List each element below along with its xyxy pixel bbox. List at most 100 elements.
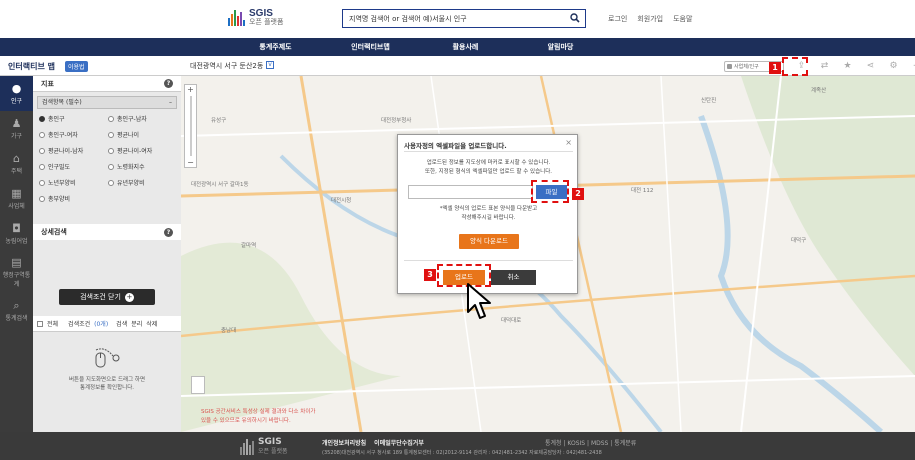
search-input[interactable]: 지역명 검색어 or 검색어 예)서울시 인구 <box>342 9 586 28</box>
category-header[interactable]: 검색항목 (필수) – <box>37 96 177 109</box>
tab-condition-label: 검색조건 <box>68 321 91 328</box>
sgis-logo[interactable]: SGIS 오픈 플랫폼 <box>228 8 283 28</box>
usage-badge[interactable]: 이용법 <box>65 61 88 72</box>
footer-logo[interactable]: SGIS 오픈 플랫폼 <box>240 438 288 455</box>
zoom-in-icon[interactable]: + <box>187 85 194 94</box>
map-disclaimer: SGIS 공간서비스 특성상 실제 결과와 다소 차이가 <box>201 409 316 415</box>
nav-label: 사업체 <box>8 202 25 210</box>
option-label: 총인구 <box>48 116 65 123</box>
search-action[interactable]: 검색 <box>116 319 127 328</box>
map-label: 갈마역 <box>241 243 257 249</box>
radio-icon <box>39 147 45 154</box>
plus-icon[interactable]: + <box>905 59 915 73</box>
option-label: 노년부양비 <box>48 180 76 187</box>
dialog-divider <box>404 151 573 152</box>
plus-circle-icon: + <box>124 292 134 302</box>
dialog-title: 사용자정의 엑셀파일을 업로드합니다. <box>404 142 507 150</box>
map-label: 대덕구 <box>791 238 807 244</box>
option-item[interactable]: 총인구 <box>39 113 108 124</box>
zoom-out-icon[interactable]: − <box>187 158 194 167</box>
nav-label: 통계검색 <box>5 314 28 322</box>
nav-business[interactable]: ▦ 사업체 <box>0 181 33 216</box>
option-item[interactable]: 평균나이-여자 <box>108 145 177 156</box>
radio-icon <box>108 131 114 138</box>
nav-cases[interactable]: 활용사례 <box>418 38 513 56</box>
search-icon[interactable] <box>570 13 580 23</box>
select-all-checkbox[interactable] <box>37 320 43 327</box>
empty-msg-line: 버튼을 지도화면으로 드래그 하면 <box>68 377 146 383</box>
option-label: 평균나이-남자 <box>48 148 84 155</box>
location-dropdown-button[interactable]: v <box>266 61 274 69</box>
location-label: 대전광역시 서구 둔산2동 <box>190 62 264 70</box>
dialog-note: *엑셀 양식의 업로드 표본 양식을 다운받고 작성해주시길 바랍니다. <box>398 205 579 223</box>
option-item[interactable]: 유년부양비 <box>108 177 177 188</box>
building-icon: ▦ <box>11 186 22 200</box>
help-icon[interactable]: ? <box>164 227 173 237</box>
cancel-button[interactable]: 취소 <box>491 270 536 285</box>
nav-household[interactable]: ♟ 가구 <box>0 111 33 146</box>
nav-agriculture[interactable]: ◘ 농림어업 <box>0 216 33 251</box>
nav-notice[interactable]: 알림마당 <box>513 38 608 56</box>
help-link[interactable]: 도움말 <box>673 14 692 24</box>
callout-number-1: 1 <box>769 62 781 74</box>
nav-interactive-map[interactable]: 인터랙티브맵 <box>323 38 418 56</box>
option-label: 노령화지수 <box>117 164 145 171</box>
help-icon[interactable]: ? <box>164 79 173 88</box>
tab-all-label: 전체 <box>47 321 59 328</box>
radio-icon <box>108 179 114 186</box>
nav-housing[interactable]: ⌂ 주택 <box>0 146 33 181</box>
privacy-link[interactable]: 개인정보처리방침 <box>322 438 366 447</box>
option-label: 총부양비 <box>48 196 71 203</box>
star-icon[interactable]: ★ <box>836 59 859 73</box>
nav-admin-stats[interactable]: ▤ 행정구역통계 <box>0 251 33 293</box>
login-link[interactable]: 로그인 <box>608 14 627 24</box>
site-footer: SGIS 오픈 플랫폼 개인정보처리방침 이메일무단수집거부 (35208)대전… <box>0 432 915 460</box>
option-list: 총인구 총인구-남자 총인구-여자 평균나이 평균나이-남자 평균나이-여자 인… <box>33 109 181 204</box>
template-download-button[interactable]: 양식 다운로드 <box>459 234 519 249</box>
close-search-label: 검색조건 닫기 <box>80 293 121 301</box>
chart-icon: ▤ <box>11 255 22 269</box>
radio-icon <box>39 115 45 122</box>
page-title: 인터랙티브 맵 <box>8 62 55 71</box>
share-icon[interactable]: ⋖ <box>859 59 882 73</box>
delete-action[interactable]: 삭제 <box>146 319 157 328</box>
mouse-pointer-icon <box>467 283 491 319</box>
option-label: 인구밀도 <box>48 164 71 171</box>
detail-search-header[interactable]: 상세검색? <box>33 224 181 240</box>
email-policy-link[interactable]: 이메일무단수집거부 <box>374 438 424 447</box>
option-item[interactable]: 노년부양비 <box>39 177 108 188</box>
panel-header: 지표? <box>33 76 181 92</box>
option-item[interactable]: 노령화지수 <box>108 161 177 172</box>
map-label: 대전광역시 서구 갈마1동 <box>191 182 249 188</box>
nav-theme-map[interactable]: 통계주제도 <box>228 38 323 56</box>
logo-title: SGIS <box>249 8 273 19</box>
gear-icon[interactable]: ⚙ <box>882 59 905 73</box>
file-path-input[interactable] <box>408 185 533 199</box>
option-label: 평균나이 <box>117 132 140 139</box>
signup-link[interactable]: 회원가입 <box>637 14 663 24</box>
map-disclaimer: 있을 수 있으므로 유의하시기 바랍니다. <box>201 418 291 424</box>
option-item[interactable]: 총인구-남자 <box>108 113 177 124</box>
nav-population[interactable]: ● 인구 <box>0 76 33 111</box>
zoom-slider[interactable] <box>189 96 192 156</box>
option-item[interactable]: 총부양비 <box>39 193 108 204</box>
zoom-control: + − <box>184 84 197 168</box>
footer-related-links[interactable]: 통계청 | KOSIS | MDSS | 통계분류 <box>545 438 636 447</box>
split-action[interactable]: 분리 <box>131 319 142 328</box>
option-item[interactable]: 평균나이-남자 <box>39 145 108 156</box>
nav-stat-search[interactable]: ⌕ 통계검색 <box>0 293 33 328</box>
option-item[interactable]: 평균나이 <box>108 129 177 140</box>
close-icon[interactable]: × <box>565 138 572 147</box>
footer-address: (35208)대전광역시 서구 청사로 189 통계정보센터 : 02)2012… <box>322 450 602 456</box>
note-line: *엑셀 양식의 업로드 표본 양식을 다운받고 <box>439 206 538 212</box>
callout-highlight-2 <box>531 180 569 203</box>
share-arrows-icon[interactable]: ⇄ <box>813 59 836 73</box>
option-label: 평균나이-여자 <box>117 148 153 155</box>
option-item[interactable]: 총인구-여자 <box>39 129 108 140</box>
map-label: 대전정부청사 <box>381 118 412 124</box>
map-label: 계족산 <box>811 88 827 94</box>
legend-toggle-icon[interactable] <box>191 376 205 394</box>
callout-number-3: 3 <box>424 269 436 281</box>
option-item[interactable]: 인구밀도 <box>39 161 108 172</box>
close-search-button[interactable]: 검색조건 닫기 + <box>59 289 155 305</box>
